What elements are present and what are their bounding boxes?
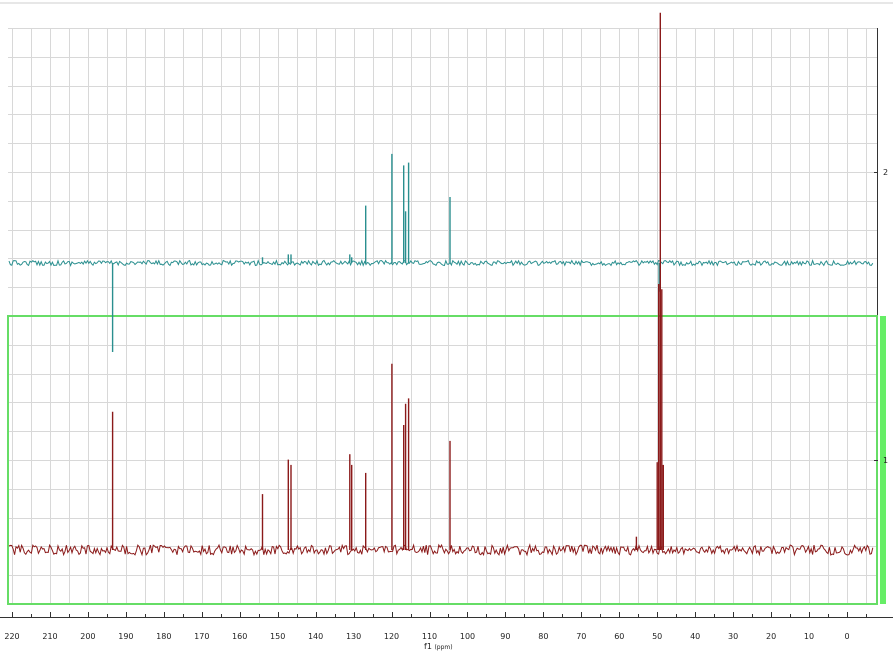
x-tick-label: 60 <box>614 632 624 641</box>
x-tick-label: 210 <box>42 632 57 641</box>
x-tick-label: 50 <box>652 632 662 641</box>
x-axis-unit: (ppm) <box>434 644 453 651</box>
x-tick-label: 150 <box>270 632 285 641</box>
trace-2-baseline <box>8 259 874 267</box>
x-tick-label: 160 <box>232 632 247 641</box>
x-axis: 220 210 200 190 180 170 160 150 140 130 120 110 100 9… <box>4 612 867 641</box>
x-tick-label: 20 <box>766 632 776 641</box>
x-tick-label: 140 <box>308 632 323 641</box>
x-tick-label: 70 <box>576 632 586 641</box>
x-tick-label: 100 <box>460 632 475 641</box>
x-tick-label: 80 <box>538 632 548 641</box>
x-tick-label: 190 <box>118 632 133 641</box>
x-tick-label: 220 <box>4 632 19 641</box>
nmr-spectrum-chart: 220 210 200 190 180 170 160 150 140 130 120 110 100 9… <box>0 2 893 641</box>
plot-frame <box>0 2 893 618</box>
x-axis-title: f1 (ppm) <box>424 642 453 651</box>
y-tick-label: 2 <box>883 168 888 177</box>
x-tick-label: 30 <box>728 632 738 641</box>
x-tick-label: 110 <box>422 632 437 641</box>
x-axis-label: f1 <box>424 642 432 651</box>
x-tick-label: 120 <box>384 632 399 641</box>
y-tick-label: 1 <box>883 456 888 465</box>
x-tick-label: 10 <box>804 632 814 641</box>
x-tick-label: 40 <box>690 632 700 641</box>
spectrum-traces <box>8 12 874 557</box>
x-tick-label: 130 <box>346 632 361 641</box>
x-tick-label: 0 <box>844 632 849 641</box>
x-tick-label: 90 <box>500 632 510 641</box>
x-tick-label: 170 <box>194 632 209 641</box>
x-tick-label: 200 <box>80 632 95 641</box>
x-tick-label: 180 <box>156 632 171 641</box>
